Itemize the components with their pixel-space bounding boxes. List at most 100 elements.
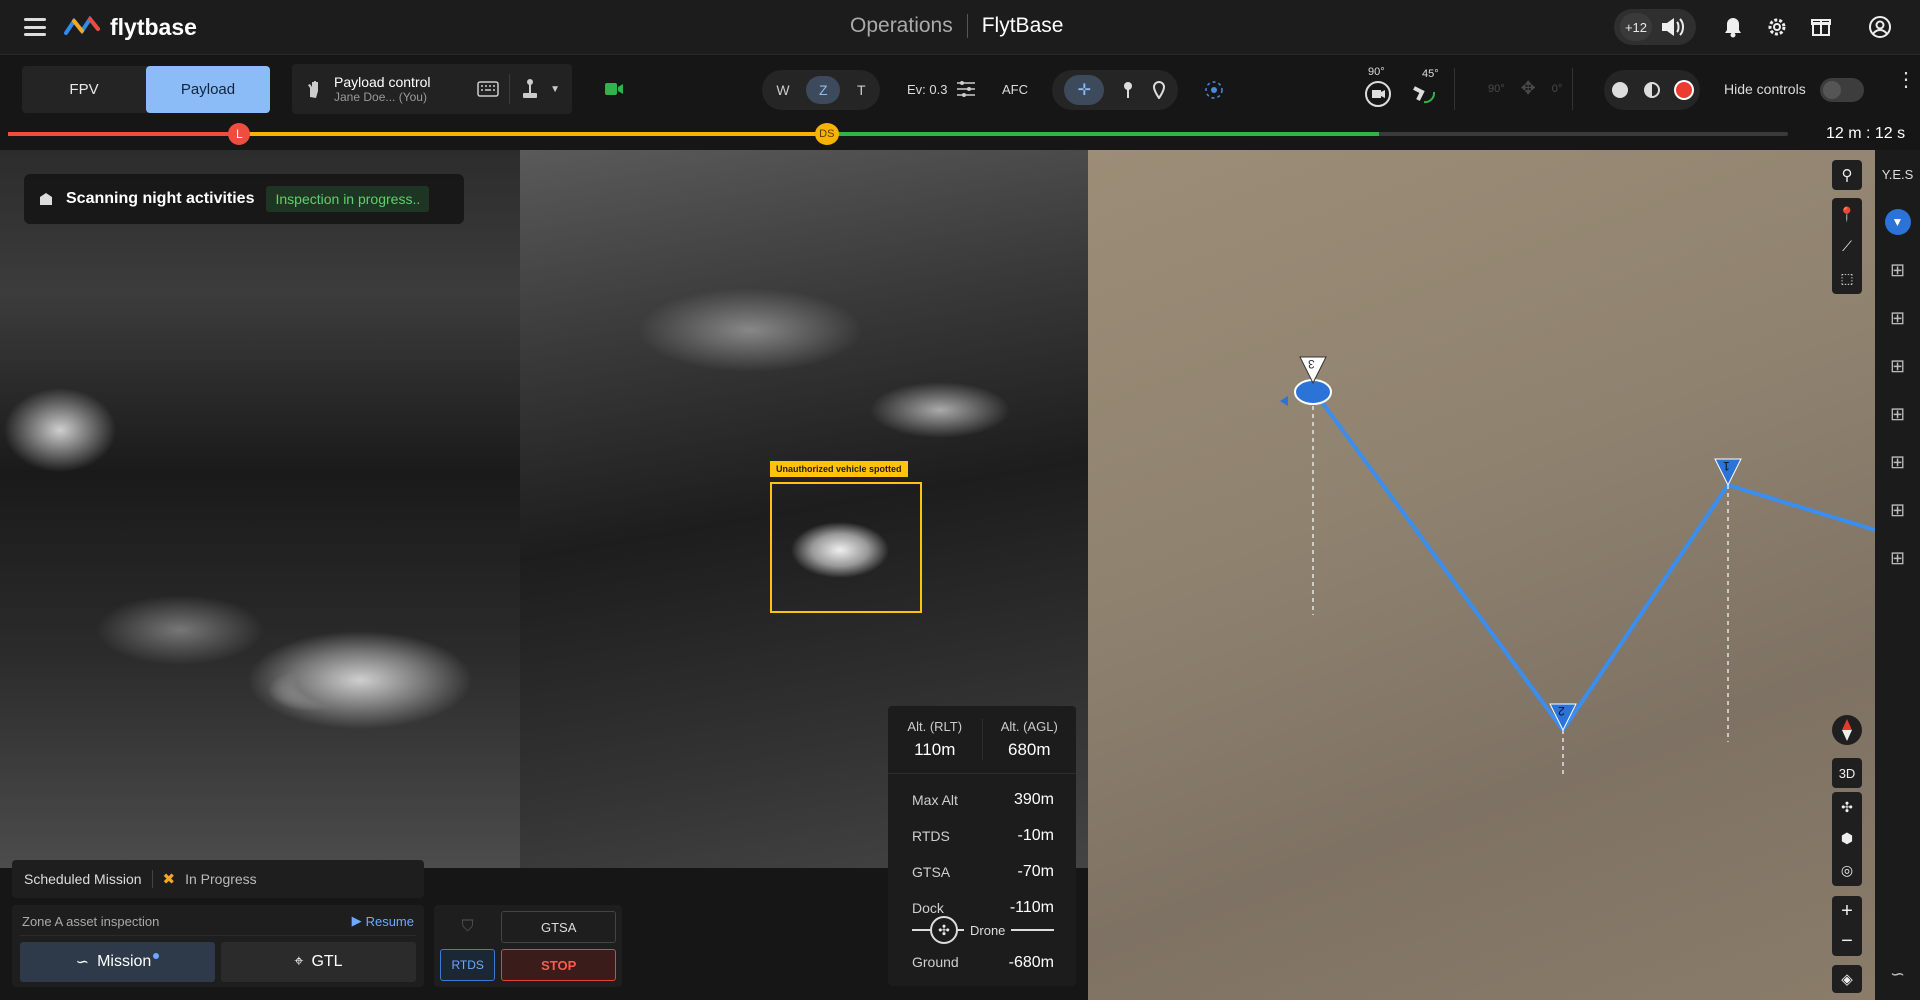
map-3d-toggle[interactable]: 3D <box>1832 758 1862 788</box>
add-widget-icon[interactable]: ⊞ <box>1875 438 1920 486</box>
location-marker-icon[interactable] <box>1152 81 1166 99</box>
mission-control-card: Zone A asset inspection ▶ Resume ∽ Missi… <box>12 905 424 987</box>
rtds-button[interactable]: RTDS <box>440 949 496 981</box>
route-segment <box>1311 388 1565 732</box>
resume-label: Resume <box>365 913 414 929</box>
capture-mode-group <box>1604 70 1700 110</box>
mission-button[interactable]: ∽ Mission <box>20 942 215 982</box>
user-profile-icon[interactable] <box>1868 15 1892 39</box>
resume-button[interactable]: ▶ Resume <box>352 913 414 929</box>
drone-track-icon[interactable] <box>1204 80 1224 100</box>
add-widget-icon[interactable]: ⊞ <box>1875 294 1920 342</box>
menu-icon[interactable] <box>24 18 46 36</box>
add-widget-icon[interactable]: ⊞ <box>1875 534 1920 582</box>
chevron-down-icon[interactable]: ▼ <box>550 84 560 95</box>
waypoint-3[interactable]: 3 <box>1298 355 1328 385</box>
bell-icon[interactable] <box>1723 16 1743 38</box>
zoom-in-icon[interactable]: + <box>1841 900 1853 923</box>
gimbal-camera-icon <box>1365 81 1391 107</box>
route-segment <box>1727 483 1875 532</box>
waypoint-2[interactable]: 2 <box>1548 702 1578 732</box>
add-widget-icon[interactable]: ⊞ <box>1875 486 1920 534</box>
add-widget-icon[interactable]: ⊞ <box>1875 246 1920 294</box>
gear-icon[interactable] <box>1766 16 1788 38</box>
mission-notify-dot <box>153 953 160 959</box>
gtsa-button[interactable]: GTSA <box>501 911 616 943</box>
gimbal-dim-pitch: 90° <box>1488 82 1505 95</box>
crosshair-icon[interactable]: ✛ <box>1064 75 1105 105</box>
right-side-rail: Y.E.S ▼ ⊞ ⊞ ⊞ ⊞ ⊞ ⊞ ⊞ ∽ <box>1875 150 1920 1000</box>
page-title: Operations FlytBase <box>850 14 1063 38</box>
filter-icon[interactable]: ▼ <box>1875 198 1920 246</box>
drone-altitude-indicator: ✣ Drone <box>912 916 1054 944</box>
add-widget-icon[interactable]: ⊞ <box>1875 390 1920 438</box>
divider <box>509 74 511 104</box>
drone-heading-icon <box>1280 396 1288 406</box>
compass-icon[interactable] <box>1832 715 1862 745</box>
sliders-icon[interactable] <box>956 80 976 98</box>
video-camera-icon[interactable] <box>604 82 624 96</box>
gift-icon[interactable] <box>1810 15 1832 37</box>
control-toolbar: FPV Payload Payload control Jane Doe... … <box>0 56 1920 123</box>
time-remaining: 12 m : 12 s <box>1826 125 1906 142</box>
layers-icon[interactable]: ◈ <box>1832 965 1862 993</box>
zoom-tele[interactable]: T <box>857 82 866 98</box>
zoom-out-icon[interactable]: − <box>1841 930 1853 953</box>
divider <box>151 870 153 888</box>
zoom-wide[interactable]: W <box>776 82 789 98</box>
timeline-marker-landing[interactable]: L <box>228 123 251 145</box>
altitude-list: Max Alt 390m RTDS -10m GTSA -70m Dock -110m <box>888 774 1076 926</box>
alt-row-ground: Ground -680m <box>912 954 1054 972</box>
hand-icon <box>308 81 318 98</box>
timeline-marker-docking[interactable]: DS <box>814 123 839 145</box>
alt-label: Max Alt <box>912 792 958 808</box>
pin-icon[interactable] <box>1121 81 1135 99</box>
title-operations: Operations <box>850 14 953 37</box>
joystick-icon[interactable] <box>520 78 540 100</box>
gtl-button[interactable]: ⌖ GTL <box>221 942 416 982</box>
hide-controls-toggle[interactable] <box>1820 78 1864 102</box>
volume-icon[interactable] <box>1660 16 1686 38</box>
alt-row-rtds: RTDS -10m <box>912 818 1054 854</box>
gimbal-yaw-control[interactable]: 45° <box>1408 66 1444 112</box>
contrast-icon[interactable] <box>1644 82 1660 98</box>
waypoint-1[interactable]: 1 <box>1713 457 1743 487</box>
ev-value[interactable]: Ev: 0.3 <box>907 82 947 97</box>
record-button[interactable] <box>1676 82 1692 98</box>
alt-value: -680m <box>1008 954 1054 971</box>
drone-focus-icon[interactable]: ✣ <box>1841 799 1853 816</box>
map-draw-tools: 📍 ⟋ ⬚ <box>1832 198 1862 294</box>
alt-rlt-value: 110m <box>914 740 956 759</box>
cube-icon[interactable]: ⬢ <box>1841 830 1853 847</box>
recenter-icon[interactable]: ◎ <box>1841 862 1853 879</box>
flytbase-logo-icon <box>64 15 100 35</box>
alt-agl-label: Alt. (AGL) <box>1000 719 1058 734</box>
map-view[interactable]: 3 2 1 ⚲ 📍 ⟋ ⬚ 3D ✣ ⬢ ◎ + − ◈ <box>1088 150 1875 1000</box>
map-area-icon[interactable]: ⬚ <box>1840 270 1853 287</box>
indicator-line <box>1011 929 1054 931</box>
tab-fpv[interactable]: FPV <box>22 66 146 113</box>
gimbal-pitch-control[interactable]: 90° <box>1362 66 1398 112</box>
map-view-tools: ✣ ⬢ ◎ <box>1832 792 1862 886</box>
route-icon[interactable]: ∽ <box>1875 950 1920 998</box>
map-search-icon[interactable]: ⚲ <box>1832 160 1862 190</box>
zoom-zoom[interactable]: Z <box>806 76 841 104</box>
keyboard-icon[interactable] <box>477 81 499 97</box>
app-logo[interactable]: flytbase <box>64 12 197 42</box>
altitude-header: Alt. (RLT) 110m Alt. (AGL) 680m <box>888 706 1076 774</box>
stop-button[interactable]: STOP <box>501 949 616 981</box>
drone-status-icon: ✖ <box>162 871 176 888</box>
detection-box[interactable] <box>770 482 922 613</box>
map-pin-icon[interactable]: 📍 <box>1838 206 1855 223</box>
more-options-icon[interactable]: ⋮ <box>1896 70 1916 90</box>
notification-count-badge[interactable]: +12 <box>1620 13 1652 41</box>
tab-payload[interactable]: Payload <box>146 66 270 113</box>
thermal-feed-left[interactable]: Scanning night activities Inspection in … <box>0 150 520 868</box>
map-measure-icon[interactable]: ⟋ <box>1842 238 1852 255</box>
alt-value: -10m <box>1017 827 1054 844</box>
add-widget-icon[interactable]: ⊞ <box>1875 342 1920 390</box>
yes-label[interactable]: Y.E.S <box>1875 150 1920 198</box>
waypoint-1-label: 1 <box>1723 459 1730 473</box>
photo-mode-icon[interactable] <box>1612 82 1628 98</box>
afc-button[interactable]: AFC <box>1002 82 1028 97</box>
